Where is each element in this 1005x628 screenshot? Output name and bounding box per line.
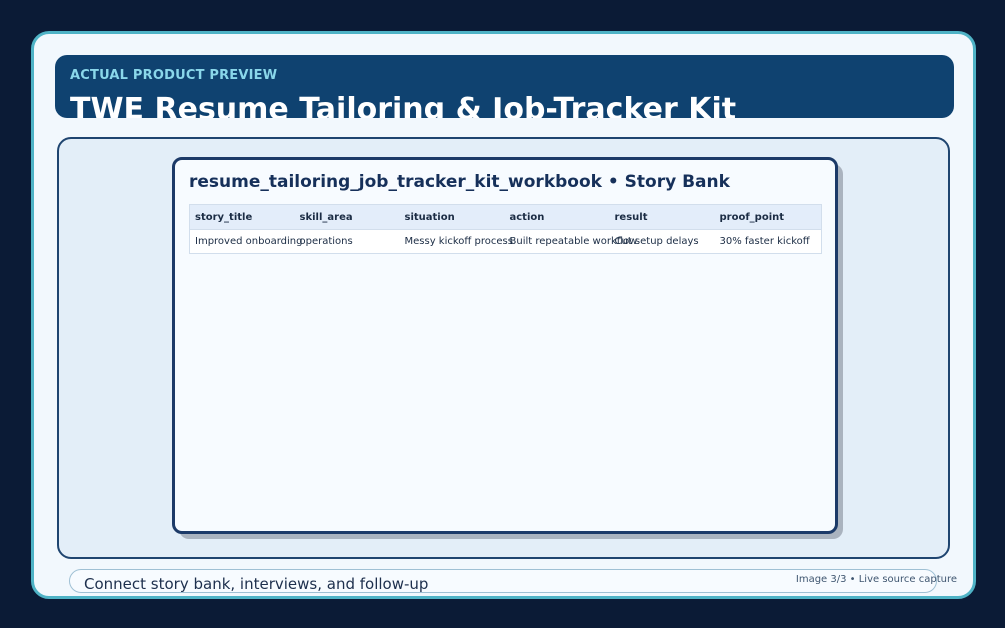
spreadsheet-window: resume_tailoring_job_tracker_kit_workboo… (172, 157, 838, 534)
cell-result[interactable]: Cut setup delays (609, 229, 715, 254)
cell-situation[interactable]: Messy kickoff process (399, 229, 513, 254)
story-bank-table: story_title skill_area situation action … (189, 204, 822, 254)
header-banner: ACTUAL PRODUCT PREVIEW TWE Resume Tailor… (55, 55, 954, 118)
column-header-story-title[interactable]: story_title (189, 204, 295, 230)
column-header-skill-area[interactable]: skill_area (294, 204, 400, 230)
table-row: Improved onboarding operations Messy kic… (189, 229, 822, 254)
screenshot-stage: resume_tailoring_job_tracker_kit_workboo… (57, 137, 950, 559)
product-title: TWE Resume Tailoring & Job-Tracker Kit (70, 92, 737, 118)
preview-eyebrow: ACTUAL PRODUCT PREVIEW (70, 68, 278, 83)
cell-story-title[interactable]: Improved onboarding (189, 229, 302, 254)
sheet-title: resume_tailoring_job_tracker_kit_workboo… (189, 172, 730, 192)
caption-text: Connect story bank, interviews, and foll… (84, 575, 429, 593)
preview-card: ACTUAL PRODUCT PREVIEW TWE Resume Tailor… (31, 31, 976, 599)
table-header-row: story_title skill_area situation action … (189, 204, 822, 230)
column-header-result[interactable]: result (609, 204, 715, 230)
column-header-proof-point[interactable]: proof_point (714, 204, 822, 230)
column-header-action[interactable]: action (504, 204, 610, 230)
image-counter: Image 3/3 • Live source capture (795, 574, 957, 585)
cell-skill-area[interactable]: operations (294, 229, 400, 254)
cell-action[interactable]: Built repeatable workflow (504, 229, 637, 254)
cell-proof-point[interactable]: 30% faster kickoff (714, 229, 822, 254)
column-header-situation[interactable]: situation (399, 204, 505, 230)
